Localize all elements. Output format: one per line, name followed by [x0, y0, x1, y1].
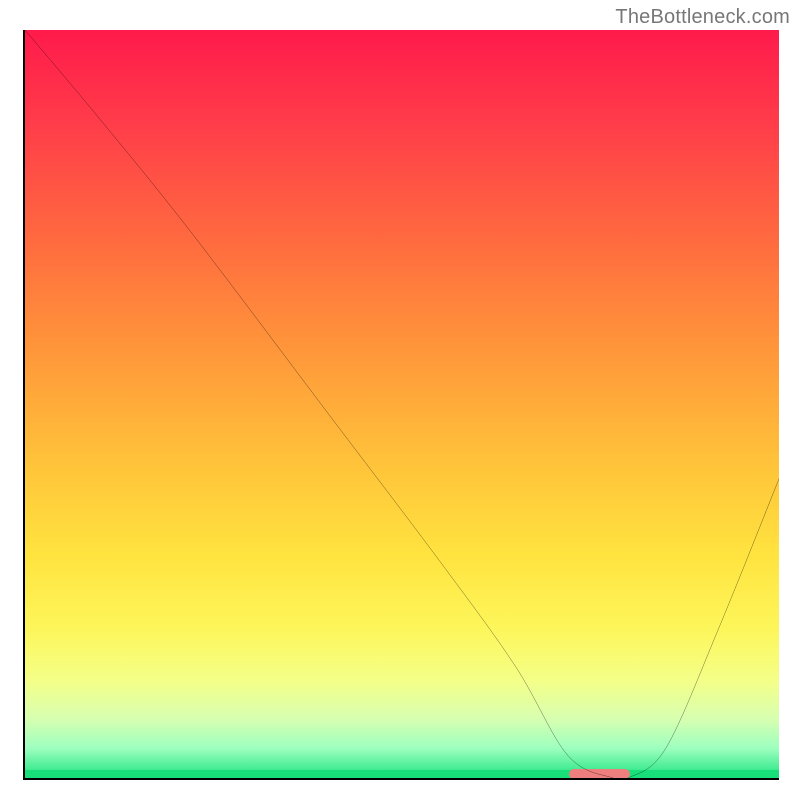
bottleneck-curve — [25, 30, 779, 778]
chart-root: TheBottleneck.com — [0, 0, 800, 800]
plot-area — [23, 30, 779, 780]
watermark-text: TheBottleneck.com — [615, 6, 790, 29]
